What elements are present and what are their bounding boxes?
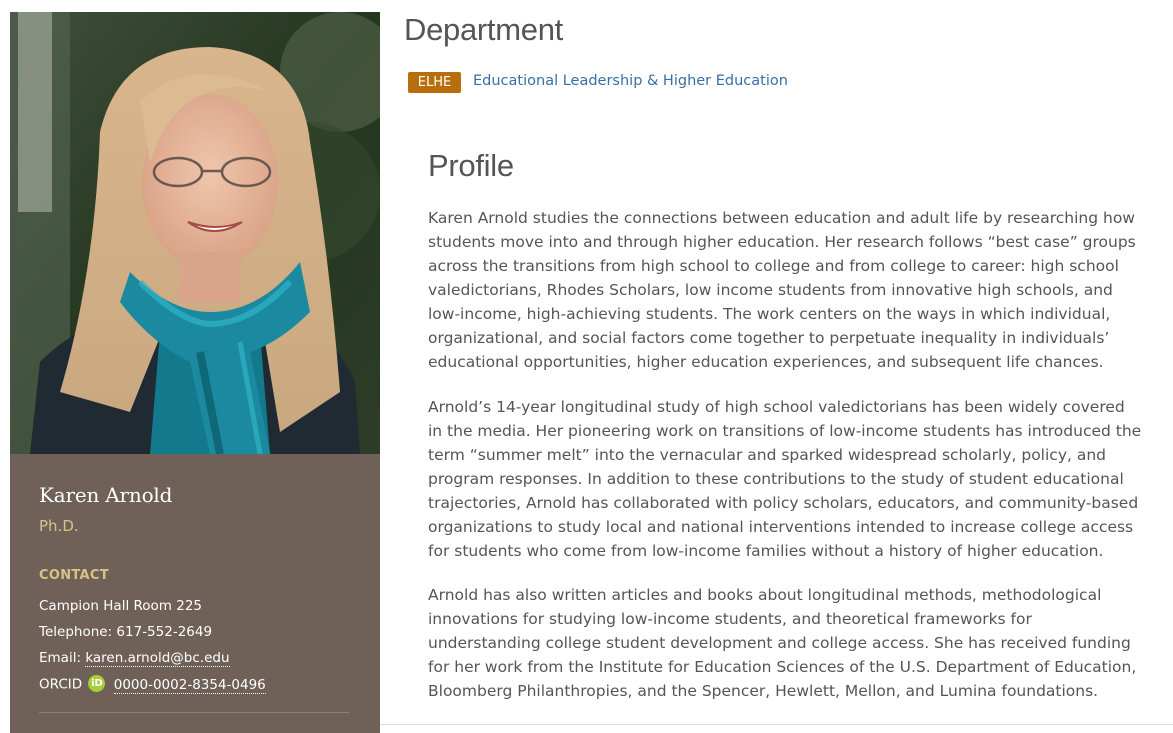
profile-photo (10, 12, 380, 454)
email-link[interactable]: karen.arnold@bc.edu (85, 650, 230, 667)
profile-heading: Profile (428, 148, 514, 183)
office-location: Campion Hall Room 225 (39, 598, 202, 614)
email-line: Email: karen.arnold@bc.edu (39, 650, 230, 667)
department-link[interactable]: Educational Leadership & Higher Educatio… (473, 73, 788, 89)
telephone-number: 617-552-2649 (116, 624, 213, 640)
contact-heading: CONTACT (39, 568, 109, 583)
profile-card: Karen Arnold Ph.D. CONTACT Campion Hall … (10, 12, 380, 733)
orcid-label: ORCID (39, 676, 83, 693)
orcid-link[interactable]: 0000-0002-8354-0496 (113, 676, 266, 694)
portrait-image (10, 12, 380, 454)
person-degree: Ph.D. (39, 517, 79, 535)
person-name: Karen Arnold (39, 483, 173, 507)
profile-paragraph-1: Karen Arnold studies the connections bet… (428, 209, 1136, 371)
office-text: Campion Hall Room 225 (39, 598, 202, 614)
orcid-line: ORCID iD 0000-0002-8354-0496 (39, 675, 266, 694)
telephone-line: Telephone: 617-552-2649 (39, 624, 212, 640)
telephone-label: Telephone: (39, 624, 113, 640)
profile-paragraph-2: Arnold’s 14-year longitudinal study of h… (428, 398, 1142, 560)
department-heading: Department (404, 12, 563, 47)
email-label: Email: (39, 650, 82, 666)
bottom-divider (380, 724, 1173, 725)
department-badge: ELHE (408, 72, 461, 93)
profile-paragraph-3: Arnold has also written articles and boo… (428, 586, 1137, 700)
sidebar-divider (39, 712, 349, 713)
orcid-icon: iD (88, 675, 106, 692)
